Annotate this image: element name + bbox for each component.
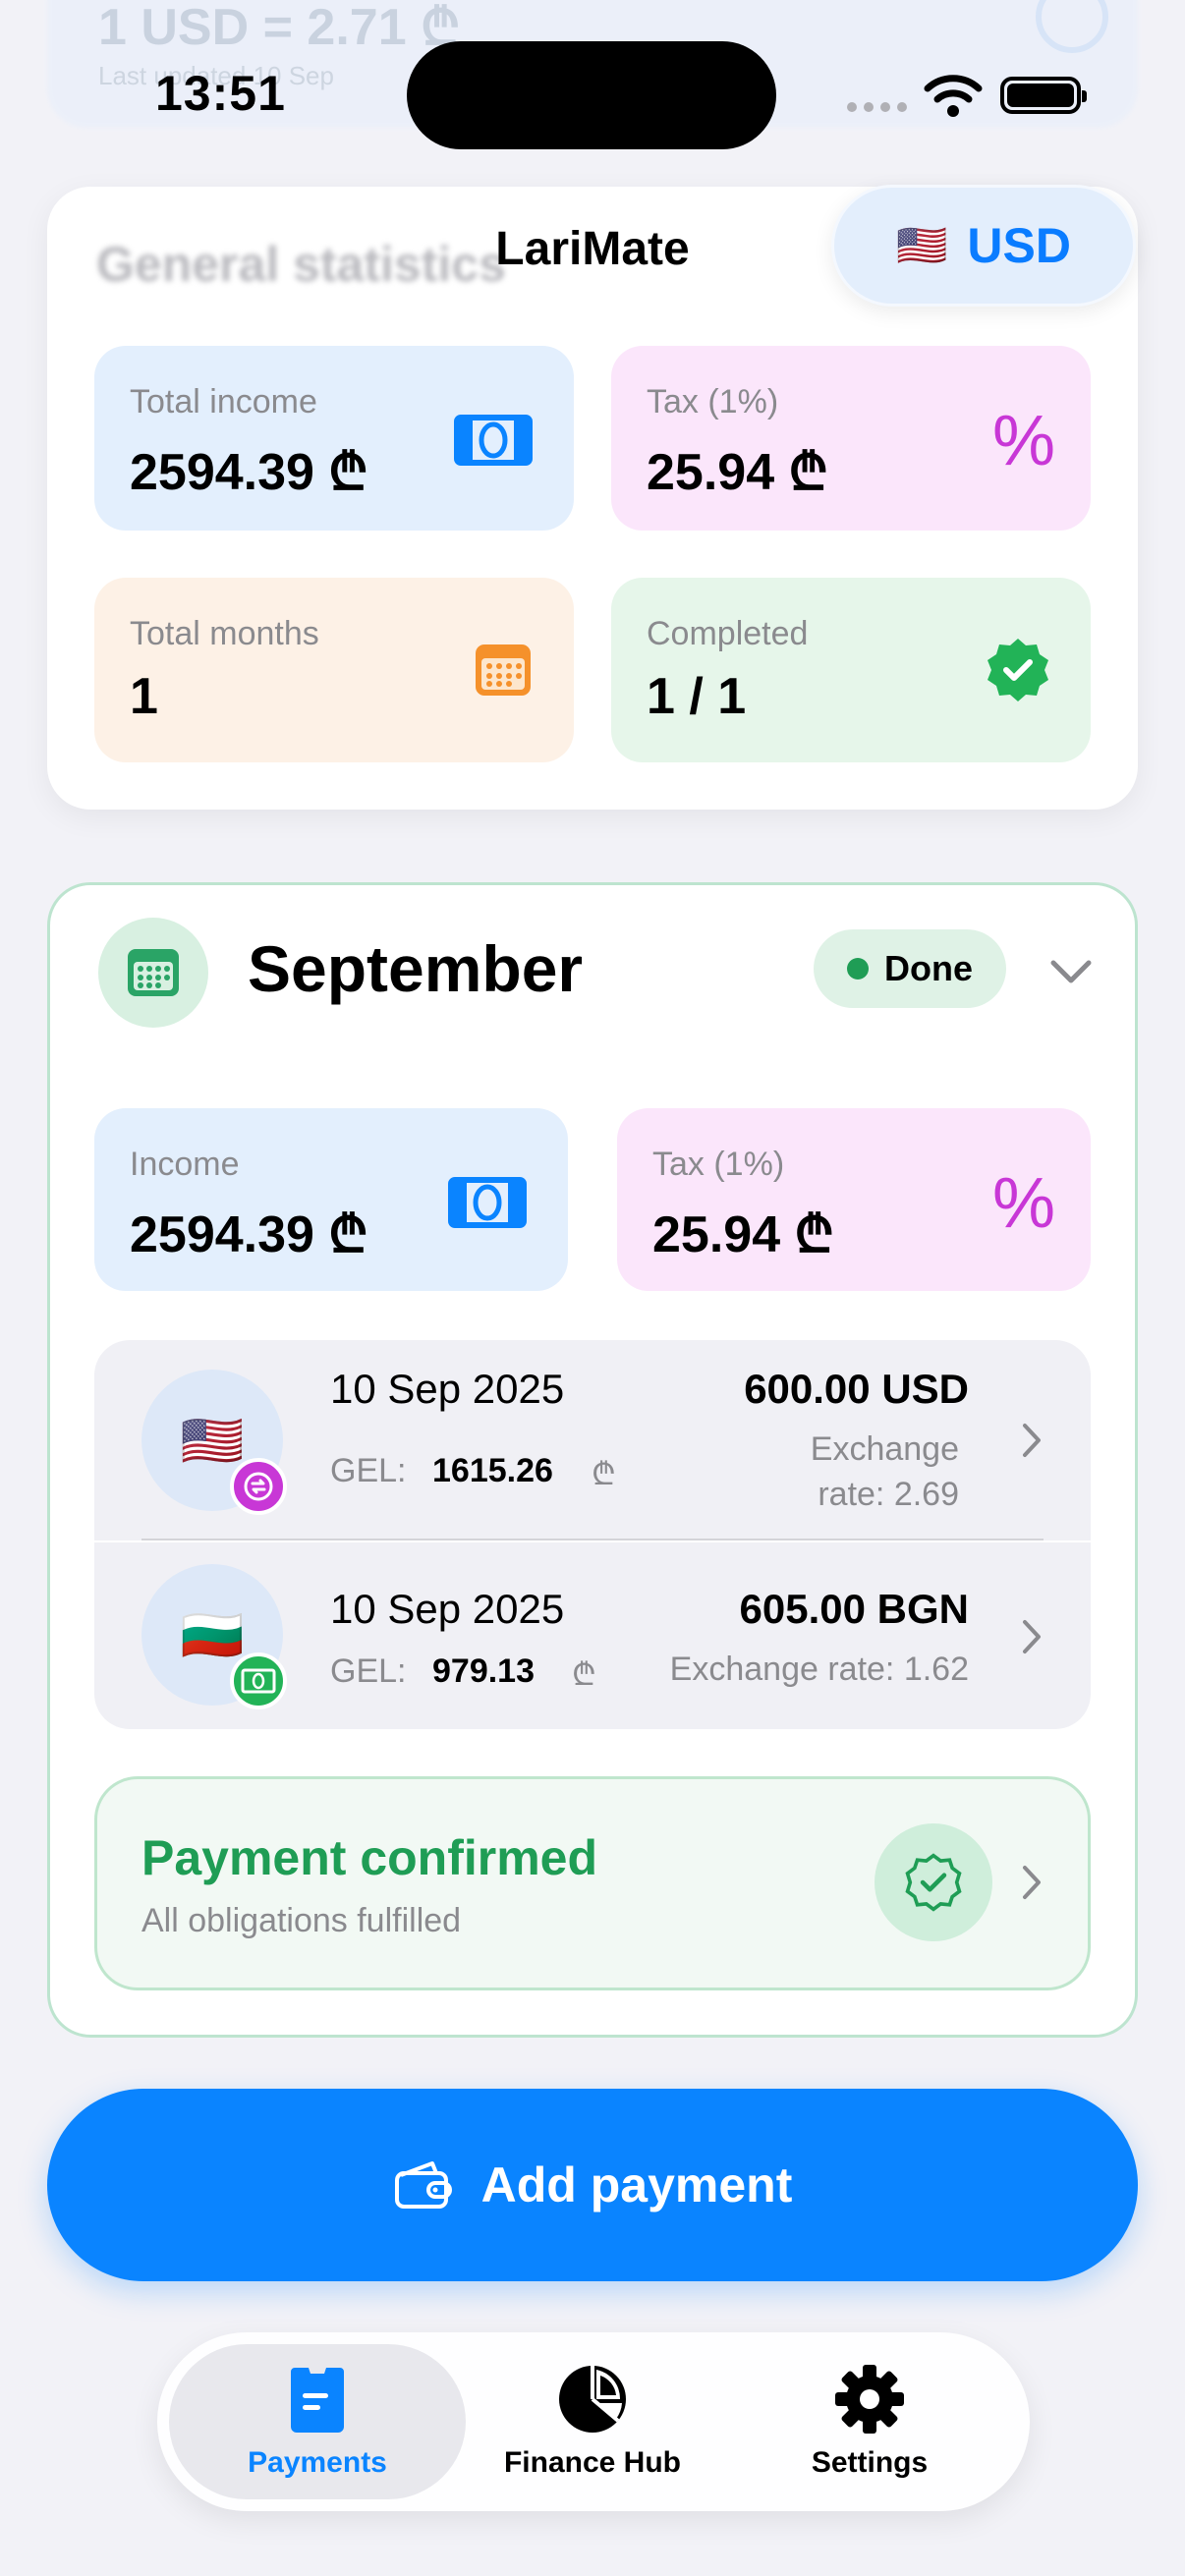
tab-finance-hub-label: Finance Hub <box>503 2446 681 2479</box>
us-flag-icon: 🇺🇸 <box>896 221 948 268</box>
total-months-tile: Total months 1 <box>94 578 574 762</box>
exchange-rate-line1: Exchange <box>810 1430 959 1468</box>
month-tax-tile: Tax (1%) 25.94 ₾ % <box>617 1108 1091 1291</box>
battery-icon <box>1000 77 1087 114</box>
tax-tile: Tax (1%) 25.94 ₾ % <box>611 346 1091 531</box>
exchange-rate-line2: rate: 2.69 <box>818 1476 959 1513</box>
gel-value: 1615.26 <box>432 1452 553 1489</box>
banknote-icon <box>454 415 533 466</box>
payment-confirmed-subtitle: All obligations fulfilled <box>141 1902 462 1939</box>
verified-badge-icon <box>875 1823 992 1941</box>
exchange-rate: Exchange rate: 1.62 <box>669 1651 969 1688</box>
currency-code: USD <box>967 218 1071 273</box>
percent-icon: % <box>991 402 1055 480</box>
add-payment-label: Add payment <box>480 2157 793 2212</box>
chevron-right-icon <box>1023 1424 1041 1457</box>
status-dot <box>847 958 869 980</box>
transaction-amount: 605.00 BGN <box>739 1586 969 1632</box>
completed-tile: Completed 1 / 1 <box>611 578 1091 762</box>
tab-settings[interactable]: Settings <box>749 2344 990 2499</box>
calendar-icon <box>476 644 531 696</box>
cash-icon <box>230 1652 287 1709</box>
month-calendar-icon <box>98 918 208 1028</box>
tab-finance-hub[interactable]: Finance Hub <box>472 2344 713 2499</box>
transaction-date: 10 Sep 2025 <box>330 1586 565 1632</box>
background-rate-text: 1 USD = 2.71 ₾ <box>98 0 461 56</box>
chevron-right-icon <box>1023 1866 1041 1899</box>
us-flag-icon: 🇺🇸 <box>180 1412 245 1470</box>
lari-symbol: ₾ <box>572 1656 596 1692</box>
total-income-tile: Total income 2594.39 ₾ <box>94 346 574 531</box>
bg-flag-icon: 🇧🇬 <box>180 1606 245 1664</box>
verified-badge-icon <box>988 639 1048 701</box>
gel-value: 979.13 <box>432 1652 535 1690</box>
percent-icon: % <box>991 1164 1055 1243</box>
pie-chart-icon <box>559 2366 626 2433</box>
status-badge: Done <box>814 929 1006 1008</box>
wifi-icon <box>924 75 983 117</box>
month-income-tile: Income 2594.39 ₾ <box>94 1108 568 1291</box>
gel-label: GEL: <box>330 1652 407 1690</box>
tab-payments-label: Payments <box>248 2446 387 2479</box>
transaction-date: 10 Sep 2025 <box>330 1366 565 1412</box>
status-time: 13:51 <box>155 66 286 121</box>
lari-symbol: ₾ <box>592 1456 616 1491</box>
currency-exchange-icon <box>230 1458 287 1515</box>
dynamic-island <box>407 41 776 149</box>
tab-payments[interactable]: Payments <box>169 2344 466 2499</box>
chevron-right-icon <box>1023 1620 1041 1653</box>
status-text: Done <box>884 948 973 988</box>
gel-label: GEL: <box>330 1452 407 1489</box>
wallet-icon <box>394 2161 452 2209</box>
receipt-icon <box>291 2368 344 2433</box>
tab-settings-label: Settings <box>811 2446 929 2479</box>
currency-selector-button[interactable]: 🇺🇸 USD <box>831 185 1136 307</box>
add-payment-button[interactable]: Add payment <box>47 2089 1138 2281</box>
chevron-down-icon[interactable] <box>1047 955 1095 988</box>
gear-icon <box>835 2365 904 2434</box>
transaction-amount: 600.00 USD <box>744 1366 969 1412</box>
banknote-icon <box>448 1177 527 1228</box>
cellular-icon <box>847 102 907 112</box>
row-divider <box>141 1539 1044 1540</box>
payment-confirmed-title: Payment confirmed <box>141 1830 598 1885</box>
month-title: September <box>248 932 584 1005</box>
